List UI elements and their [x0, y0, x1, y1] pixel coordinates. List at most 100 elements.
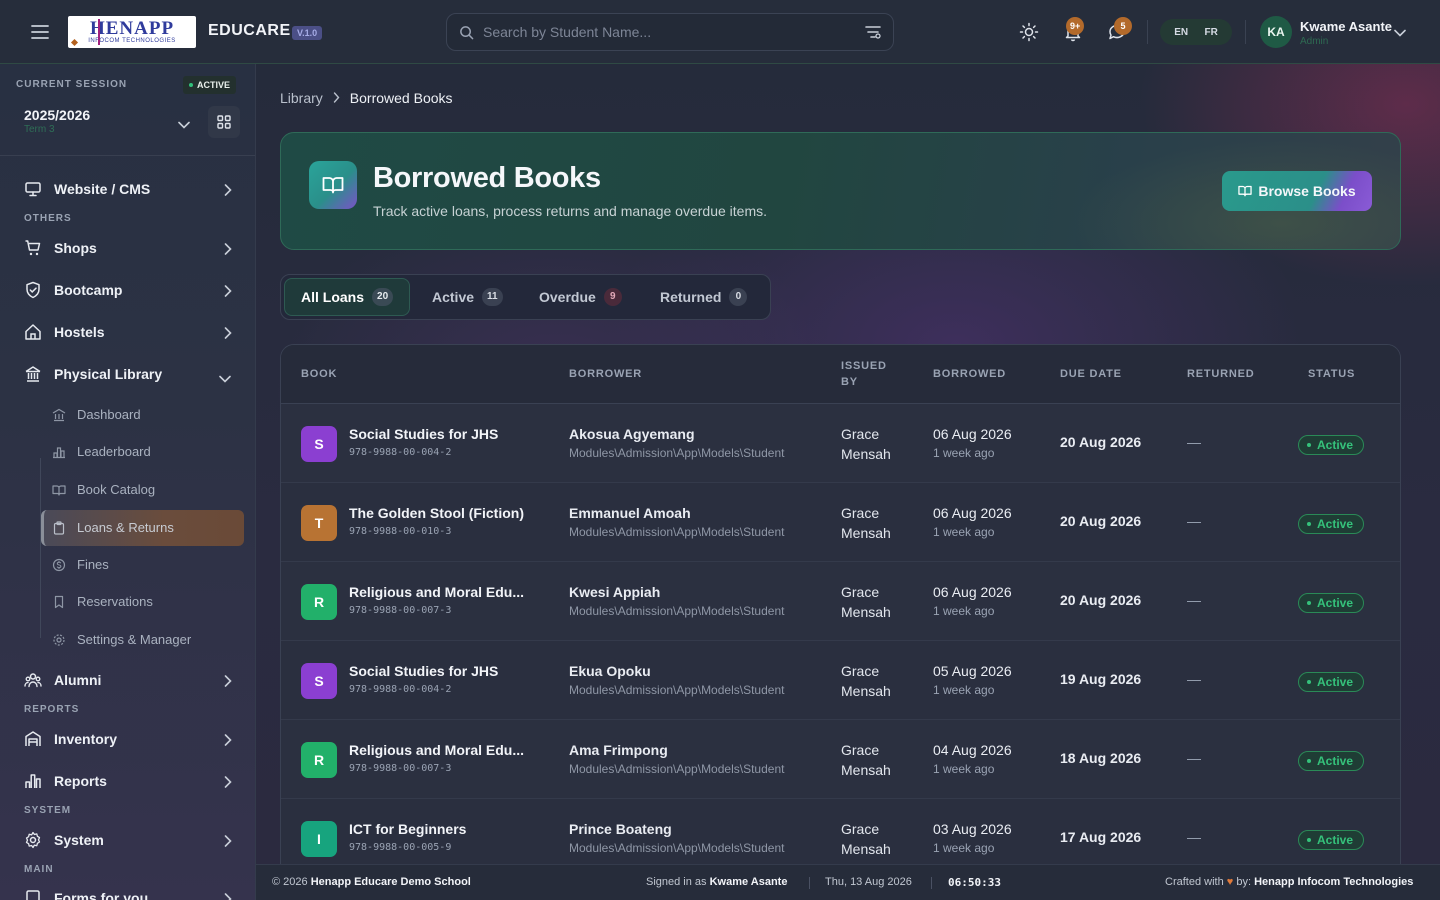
sidebar-item-forms-for-you[interactable]: Forms for you — [16, 880, 240, 900]
chevron-right-icon — [224, 834, 232, 852]
sidebar-item-reports[interactable]: Reports — [16, 763, 240, 799]
sidebar-item-physical-library[interactable]: Physical Library — [16, 356, 240, 392]
status-badge: Active — [1298, 830, 1365, 850]
column-header-book[interactable]: BOOK — [301, 368, 337, 380]
session-chevron-down-icon[interactable] — [178, 116, 190, 134]
returned-date: — — [1187, 829, 1201, 845]
section-label-main: MAIN — [24, 864, 54, 875]
chevron-right-icon — [224, 775, 232, 793]
column-header-status[interactable]: STATUS — [1308, 368, 1355, 380]
borrowed-relative: 1 week ago — [933, 841, 995, 855]
session-year[interactable]: 2025/2026 — [24, 107, 90, 123]
book-title[interactable]: ICT for Beginners — [349, 821, 466, 837]
borrower-name[interactable]: Emmanuel Amoah — [569, 505, 691, 521]
main-content: Library Borrowed Books Borrowed Books Tr… — [256, 64, 1440, 864]
book-title[interactable]: Religious and Moral Edu... — [349, 584, 524, 600]
sidebar-subitem-reservations[interactable]: Reservations — [41, 584, 244, 620]
borrower-type: Modules\Admission\App\Models\Student — [569, 683, 785, 697]
user-name[interactable]: Kwame Asante — [1300, 19, 1392, 34]
sidebar-item-alumni[interactable]: Alumni — [16, 662, 240, 698]
sidebar-subitem-settings-manager[interactable]: Settings & Manager — [41, 622, 244, 658]
borrowed-relative: 1 week ago — [933, 525, 995, 539]
borrower-type: Modules\Admission\App\Models\Student — [569, 446, 785, 460]
footer-date: Thu, 13 Aug 2026 — [825, 876, 912, 888]
browse-books-button[interactable]: Browse Books — [1222, 171, 1372, 211]
chevron-right-icon — [224, 183, 232, 201]
column-header-borrower[interactable]: BORROWER — [569, 368, 642, 380]
table-row[interactable]: R Religious and Moral Edu... 978-9988-00-0… — [281, 720, 1400, 799]
user-avatar[interactable]: KA — [1260, 16, 1292, 48]
sidebar-subitem-leaderboard[interactable]: Leaderboard — [41, 434, 244, 470]
search-input[interactable] — [483, 14, 863, 50]
language-switcher[interactable]: EN FR — [1160, 19, 1232, 45]
building-icon — [52, 408, 66, 427]
book-title[interactable]: Social Studies for JHS — [349, 426, 498, 442]
book-title[interactable]: Religious and Moral Edu... — [349, 742, 524, 758]
book-isbn: 978-9988-00-010-3 — [349, 526, 452, 537]
borrower-name[interactable]: Prince Boateng — [569, 821, 672, 837]
lang-en[interactable]: EN — [1174, 27, 1188, 38]
sidebar-subitem-book-catalog[interactable]: Book Catalog — [41, 472, 244, 508]
cart-icon — [24, 239, 42, 257]
due-date: 19 Aug 2026 — [1060, 671, 1142, 687]
column-header-borrowed[interactable]: BORROWED — [933, 368, 1006, 380]
book-isbn: 978-9988-00-004-2 — [349, 684, 452, 695]
sidebar-item-shops[interactable]: Shops — [16, 230, 240, 266]
sidebar-item-label: Bootcamp — [54, 282, 123, 298]
search-bar — [446, 13, 894, 51]
lang-fr[interactable]: FR — [1204, 27, 1217, 38]
sidebar-item-bootcamp[interactable]: Bootcamp — [16, 272, 240, 308]
returned-date: — — [1187, 434, 1201, 450]
filter-icon[interactable] — [865, 25, 881, 44]
borrower-name[interactable]: Kwesi Appiah — [569, 584, 660, 600]
status-badge: Active — [1298, 672, 1365, 692]
sidebar-item-inventory[interactable]: Inventory — [16, 721, 240, 757]
tab-all-loans[interactable]: All Loans 20 — [284, 278, 411, 316]
table-row[interactable]: S Social Studies for JHS 978-9988-00-004-2… — [281, 641, 1400, 720]
sidebar-item-website-cms[interactable]: Website / CMS — [16, 171, 240, 207]
status-badge: Active — [1298, 593, 1365, 613]
issued-by: Grace Mensah — [841, 505, 891, 541]
session-panel: CURRENT SESSION ACTIVE 2025/2026 Term 3 — [0, 64, 255, 156]
sidebar-subitem-dashboard[interactable]: Dashboard — [41, 397, 244, 433]
returned-date: — — [1187, 513, 1201, 529]
sidebar-item-label: System — [54, 832, 104, 848]
book-title[interactable]: The Golden Stool (Fiction) — [349, 505, 524, 521]
apps-grid-icon[interactable] — [208, 106, 240, 138]
sidebar-item-label: Alumni — [54, 672, 102, 688]
table-row[interactable]: T The Golden Stool (Fiction) 978-9988-00-0… — [281, 483, 1400, 562]
tab-returned[interactable]: Returned 0 — [644, 278, 763, 316]
sidebar-subitem-loans-returns[interactable]: Loans & Returns — [41, 510, 244, 546]
open-book-icon — [1238, 185, 1253, 197]
warehouse-icon — [24, 730, 42, 748]
borrowed-date: 06 Aug 2026 — [933, 426, 1012, 442]
breadcrumb-library-link[interactable]: Library — [280, 90, 323, 106]
table-row[interactable]: I ICT for Beginners 978-9988-00-005-9 Princ… — [281, 799, 1400, 864]
book-title[interactable]: Social Studies for JHS — [349, 663, 498, 679]
borrower-name[interactable]: Ama Frimpong — [569, 742, 668, 758]
henapp-logo[interactable]: HENAPP INFOCOM TECHNOLOGIES — [68, 16, 196, 48]
theme-toggle-sun-icon[interactable] — [1017, 20, 1041, 44]
borrower-name[interactable]: Ekua Opoku — [569, 663, 651, 679]
table-row[interactable]: R Religious and Moral Edu... 978-9988-00-0… — [281, 562, 1400, 641]
column-header-due-date[interactable]: DUE DATE — [1060, 368, 1122, 380]
footer-company-link[interactable]: Henapp Infocom Technologies — [1254, 876, 1413, 888]
column-header-issued[interactable]: ISSUED — [841, 360, 887, 372]
book-initial-avatar: R — [301, 584, 337, 620]
sidebar-item-system[interactable]: System — [16, 822, 240, 858]
sidebar-item-hostels[interactable]: Hostels — [16, 314, 240, 350]
column-header-returned[interactable]: RETURNED — [1187, 368, 1255, 380]
borrowed-relative: 1 week ago — [933, 683, 995, 697]
chevron-down-icon[interactable] — [1394, 24, 1406, 42]
borrower-type: Modules\Admission\App\Models\Student — [569, 841, 785, 855]
tab-count-badge: 20 — [372, 288, 394, 306]
hamburger-menu-icon[interactable] — [24, 20, 56, 44]
sidebar-subitem-fines[interactable]: Fines — [41, 547, 244, 583]
borrower-name[interactable]: Akosua Agyemang — [569, 426, 695, 442]
column-header-issued-by: BY — [841, 376, 858, 388]
page-subtitle: Track active loans, process returns and … — [373, 203, 768, 219]
table-row[interactable]: S Social Studies for JHS 978-9988-00-004-2… — [281, 404, 1400, 483]
chevron-right-icon — [333, 90, 340, 106]
tab-active[interactable]: Active 11 — [416, 278, 519, 316]
tab-overdue[interactable]: Overdue 9 — [523, 278, 638, 316]
